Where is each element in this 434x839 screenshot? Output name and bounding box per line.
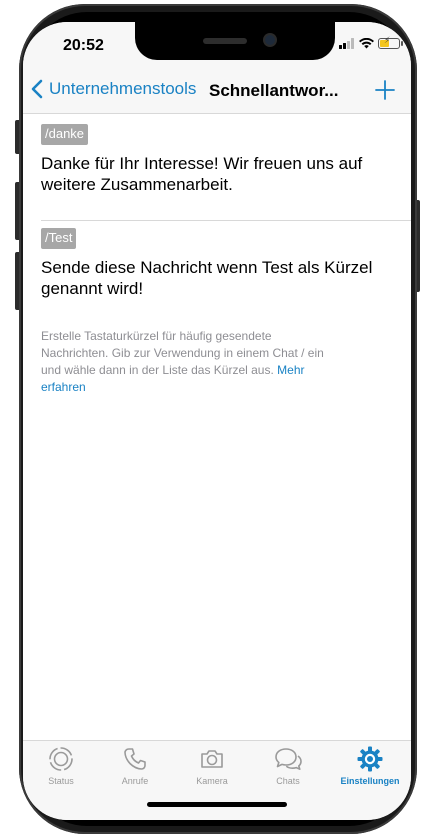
- earpiece-speaker: [203, 38, 247, 44]
- gear-icon: [357, 746, 383, 772]
- front-camera: [265, 35, 275, 45]
- tab-chats[interactable]: Chats: [253, 745, 323, 786]
- wifi-icon: [359, 38, 374, 49]
- tab-label: Anrufe: [121, 776, 149, 786]
- phone-screen: 20:52 ⚡ Unternehmenstools Schnellantwor.…: [23, 22, 411, 820]
- cellular-signal-icon: [339, 38, 354, 49]
- tab-label: Einstellungen: [340, 776, 400, 786]
- battery-charging-icon: ⚡: [378, 36, 403, 49]
- quick-reply-item[interactable]: /danke Danke für Ihr Interesse! Wir freu…: [41, 124, 393, 195]
- status-icons: ⚡: [339, 36, 403, 49]
- quick-reply-item[interactable]: /Test Sende diese Nachricht wenn Test al…: [41, 228, 393, 299]
- page-title: Schnellantwor...: [209, 81, 339, 100]
- device-frame: 20:52 ⚡ Unternehmenstools Schnellantwor.…: [0, 0, 434, 839]
- back-button-label: Unternehmenstools: [49, 79, 197, 98]
- home-indicator[interactable]: [147, 802, 287, 807]
- phone-icon: [124, 748, 146, 770]
- chevron-left-icon: [31, 79, 43, 99]
- quick-replies-list: /danke Danke für Ihr Interesse! Wir freu…: [23, 114, 411, 740]
- status-icon: [49, 747, 73, 771]
- reply-message: Sende diese Nachricht wenn Test als Kürz…: [41, 257, 373, 298]
- back-button[interactable]: Unternehmenstools: [31, 79, 196, 99]
- camera-icon: [201, 750, 223, 768]
- help-text: Erstelle Tastaturkürzel für häufig gesen…: [41, 328, 341, 396]
- plus-icon[interactable]: [373, 78, 397, 102]
- tab-bar: Status Anrufe Kamera Chats Einstellungen: [23, 740, 411, 820]
- navigation-bar: Unternehmenstools Schnellantwor...: [23, 70, 411, 114]
- tab-status[interactable]: Status: [26, 745, 96, 786]
- status-time: 20:52: [63, 37, 104, 54]
- tab-label: Kamera: [196, 776, 228, 786]
- tab-camera[interactable]: Kamera: [177, 745, 247, 786]
- shortcut-badge: /Test: [41, 228, 77, 249]
- tab-label: Status: [48, 776, 74, 786]
- chat-bubbles-icon: [275, 748, 302, 770]
- tab-label: Chats: [276, 776, 300, 786]
- reply-message: Danke für Ihr Interesse! Wir freuen uns …: [41, 153, 363, 194]
- shortcut-badge: /danke: [41, 124, 89, 145]
- tab-settings[interactable]: Einstellungen: [330, 745, 410, 786]
- tab-calls[interactable]: Anrufe: [100, 745, 170, 786]
- list-divider: [41, 220, 411, 221]
